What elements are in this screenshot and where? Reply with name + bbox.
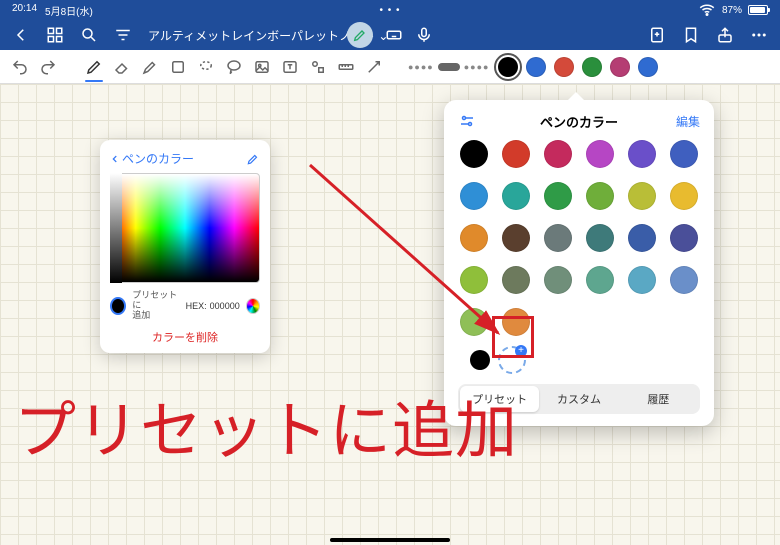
- back-icon[interactable]: [12, 26, 30, 44]
- toolbar-color-swatch[interactable]: [498, 57, 518, 77]
- preset-color-swatch[interactable]: [460, 224, 488, 252]
- preset-color-swatch[interactable]: [460, 308, 488, 336]
- preset-color-swatch[interactable]: [586, 224, 614, 252]
- color-spectrum-popover: ペンのカラー プリセットに 追加 HEX: 000000 カラーを削除: [100, 140, 270, 353]
- annotation-caption: プリセットに追加: [14, 380, 766, 470]
- grid-icon[interactable]: [46, 26, 64, 44]
- toolbar-dots-1[interactable]: ●●●●: [408, 62, 434, 72]
- shape-tool[interactable]: [166, 55, 190, 79]
- lasso-tool[interactable]: [194, 55, 218, 79]
- preset-color-swatch[interactable]: [544, 182, 572, 210]
- color-wheel-icon[interactable]: [246, 298, 260, 314]
- annotation-highlight-box: [492, 316, 534, 358]
- image-tool[interactable]: [250, 55, 274, 79]
- color-spectrum[interactable]: [110, 173, 260, 283]
- color-preset-popover: ペンのカラー 編集 プリセット カスタム 履歴: [444, 100, 714, 426]
- preset-color-swatch[interactable]: [502, 224, 530, 252]
- toolbar-color-swatch[interactable]: [526, 57, 546, 77]
- eraser-tool[interactable]: [110, 55, 134, 79]
- keyboard-icon[interactable]: [385, 26, 403, 44]
- popover-title: ペンのカラー: [444, 112, 714, 131]
- preset-color-swatch[interactable]: [628, 266, 656, 294]
- pen-mode-button[interactable]: [347, 22, 373, 48]
- comment-tool[interactable]: [222, 55, 246, 79]
- toolbar-color-swatch[interactable]: [638, 57, 658, 77]
- preset-color-swatch[interactable]: [586, 140, 614, 168]
- highlighter-tool[interactable]: [138, 55, 162, 79]
- popover-settings-icon[interactable]: [458, 112, 476, 130]
- hex-value-field[interactable]: HEX: 000000: [186, 301, 240, 311]
- back-to-pen-color[interactable]: ペンのカラー: [110, 150, 194, 167]
- filter-icon[interactable]: [114, 26, 132, 44]
- preset-color-swatch[interactable]: [628, 182, 656, 210]
- mic-icon[interactable]: [415, 26, 433, 44]
- add-page-icon[interactable]: [648, 26, 666, 44]
- preset-color-swatch[interactable]: [670, 140, 698, 168]
- delete-color-button[interactable]: カラーを削除: [110, 329, 260, 345]
- preset-color-swatch[interactable]: [502, 266, 530, 294]
- toolbar-dots-2[interactable]: ●●●●: [464, 62, 490, 72]
- preset-color-swatch[interactable]: [502, 182, 530, 210]
- redo-icon[interactable]: [36, 55, 60, 79]
- home-indicator: [330, 538, 450, 542]
- laser-tool[interactable]: [362, 55, 386, 79]
- preset-color-swatch[interactable]: [586, 182, 614, 210]
- preset-color-swatch[interactable]: [586, 266, 614, 294]
- stroke-width-preview[interactable]: [438, 63, 460, 71]
- add-to-preset-small-button[interactable]: プリセットに 追加: [132, 291, 179, 321]
- preset-color-swatch[interactable]: [460, 140, 488, 168]
- preset-color-swatch[interactable]: [670, 266, 698, 294]
- more-icon[interactable]: [750, 26, 768, 44]
- status-center-dots: • • •: [379, 5, 400, 16]
- preset-color-swatch[interactable]: [544, 266, 572, 294]
- edit-presets-button[interactable]: 編集: [676, 113, 700, 130]
- current-pen-color-swatch: [470, 350, 490, 370]
- pen-tool[interactable]: [82, 55, 106, 79]
- undo-icon[interactable]: [8, 55, 32, 79]
- preset-color-swatch[interactable]: [670, 224, 698, 252]
- preset-color-swatch[interactable]: [670, 182, 698, 210]
- preset-color-swatch[interactable]: [460, 182, 488, 210]
- ruler-tool[interactable]: [334, 55, 358, 79]
- text-tool[interactable]: [278, 55, 302, 79]
- selected-color-swatch: [110, 297, 126, 315]
- battery-percent: 87%: [722, 5, 742, 16]
- status-time: 20:14: [12, 3, 37, 18]
- preset-color-swatch[interactable]: [460, 266, 488, 294]
- preset-color-swatch[interactable]: [628, 224, 656, 252]
- elements-tool[interactable]: [306, 55, 330, 79]
- preset-color-swatch[interactable]: [544, 224, 572, 252]
- title-bar: アルティメットレインボーパレットノート ⌄: [0, 20, 780, 50]
- preset-color-swatch[interactable]: [628, 140, 656, 168]
- wifi-icon: [698, 1, 716, 19]
- status-date: 5月8日(水): [45, 3, 93, 18]
- share-icon[interactable]: [716, 26, 734, 44]
- toolbar-color-swatch[interactable]: [582, 57, 602, 77]
- toolbar-color-swatch[interactable]: [610, 57, 630, 77]
- battery-icon: [748, 5, 768, 15]
- toolbar-color-swatch[interactable]: [554, 57, 574, 77]
- preset-color-swatch[interactable]: [544, 140, 572, 168]
- eyedropper-icon[interactable]: [246, 152, 260, 166]
- bookmark-icon[interactable]: [682, 26, 700, 44]
- preset-color-swatch[interactable]: [502, 140, 530, 168]
- tool-toolbar: ●●●● ●●●●: [0, 50, 780, 84]
- search-icon[interactable]: [80, 26, 98, 44]
- status-bar: 20:14 5月8日(水) • • • 87%: [0, 0, 780, 20]
